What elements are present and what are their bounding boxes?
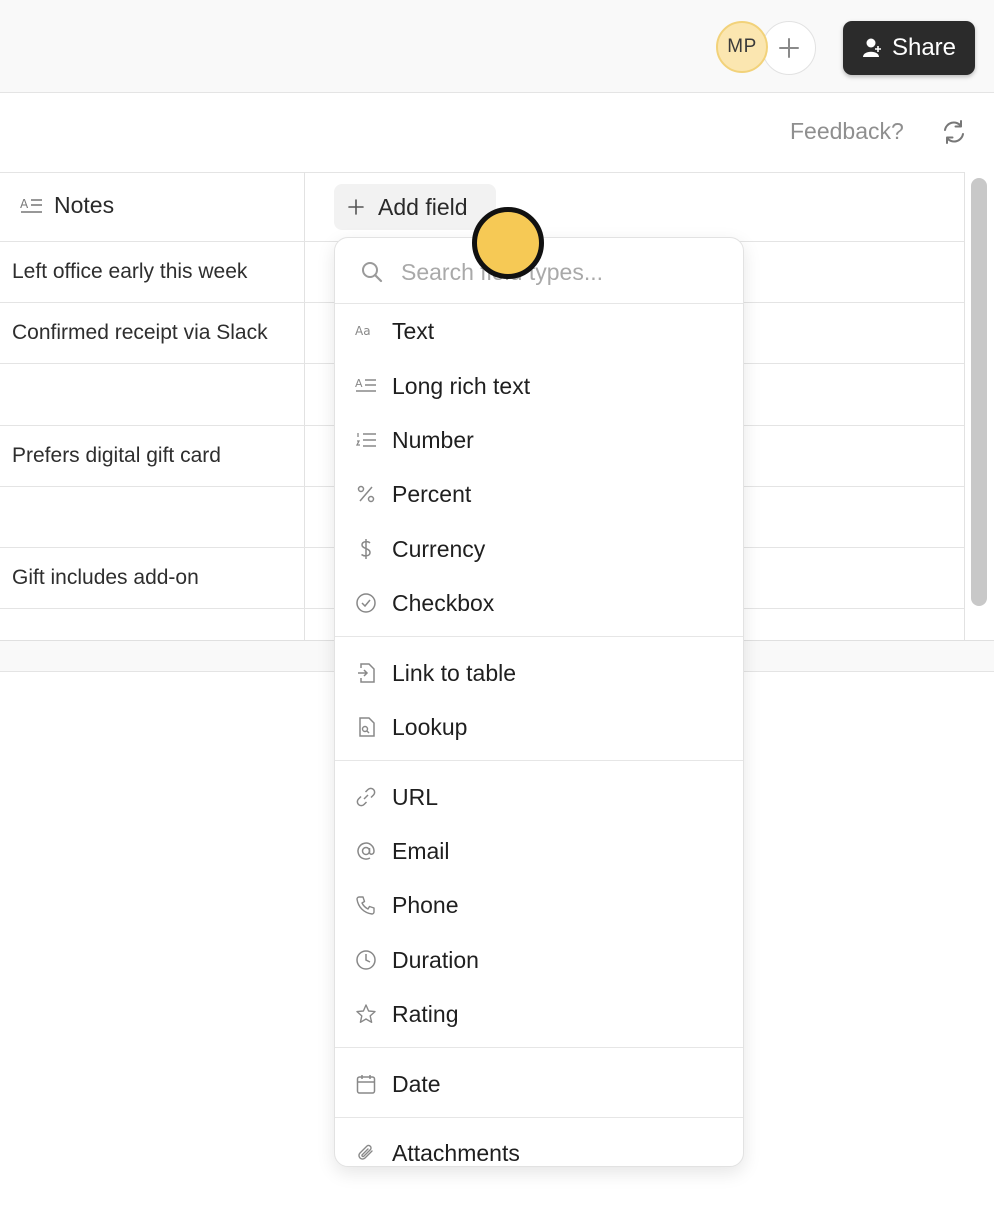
share-label: Share <box>891 34 957 61</box>
column-header-label: Notes <box>54 192 115 218</box>
column-divider <box>964 172 965 640</box>
field-type-long-rich-text[interactable]: A Long rich text <box>335 362 743 410</box>
field-type-duration[interactable]: Duration <box>335 936 743 984</box>
field-type-percent[interactable]: Percent <box>335 470 743 518</box>
menu-divider <box>335 1117 743 1118</box>
link-table-icon <box>355 662 377 684</box>
add-field-button[interactable]: Add field <box>334 184 496 230</box>
top-bar: MP Share <box>0 0 994 93</box>
field-type-currency[interactable]: Currency <box>335 525 743 573</box>
item-label: Text <box>392 317 435 344</box>
cursor-indicator <box>472 207 544 279</box>
field-type-lookup[interactable]: Lookup <box>335 703 743 751</box>
svg-text:Aa: Aa <box>355 324 371 338</box>
long-text-icon: A <box>20 197 42 213</box>
dollar-icon <box>355 538 377 560</box>
field-type-url[interactable]: URL <box>335 773 743 821</box>
plus-icon <box>348 199 364 215</box>
field-type-number[interactable]: Number <box>335 416 743 464</box>
link-icon <box>355 786 377 808</box>
table-cell[interactable]: Confirmed receipt via Slack <box>12 321 268 345</box>
clock-icon <box>355 949 377 971</box>
column-divider <box>304 172 305 640</box>
avatar-initials: MP <box>727 36 757 57</box>
item-label: Duration <box>392 946 479 973</box>
item-label: Phone <box>392 891 459 918</box>
field-type-text[interactable]: Aa Text <box>335 307 743 355</box>
avatar[interactable]: MP <box>716 21 768 73</box>
field-type-email[interactable]: Email <box>335 827 743 875</box>
search-input[interactable] <box>399 256 723 288</box>
column-header-notes[interactable]: A Notes <box>20 192 114 219</box>
menu-divider <box>335 1047 743 1048</box>
field-type-dropdown: Aa Text A Long rich text Number <box>334 237 744 1167</box>
search-icon <box>362 262 383 283</box>
item-label: Email <box>392 837 450 864</box>
paperclip-icon <box>355 1142 377 1164</box>
item-label: Rating <box>392 1000 459 1027</box>
table-cell[interactable]: Gift includes add-on <box>12 566 199 590</box>
table-cell[interactable]: Prefers digital gift card <box>12 444 221 468</box>
text-aa-icon: Aa <box>355 320 377 342</box>
field-type-rating[interactable]: Rating <box>335 990 743 1038</box>
field-type-link-to-table[interactable]: Link to table <box>335 649 743 697</box>
share-button[interactable]: Share <box>843 21 975 75</box>
phone-icon <box>355 894 377 916</box>
svg-text:A: A <box>355 377 363 390</box>
item-label: Long rich text <box>392 372 531 399</box>
item-label: Date <box>392 1070 441 1097</box>
svg-text:A: A <box>20 197 29 211</box>
menu-divider <box>335 636 743 637</box>
item-label: Number <box>392 426 474 453</box>
item-label: Lookup <box>392 713 468 740</box>
long-text-icon: A <box>355 375 377 397</box>
add-person-icon <box>862 38 881 57</box>
calendar-icon <box>355 1073 377 1095</box>
field-type-checkbox[interactable]: Checkbox <box>335 579 743 627</box>
number-list-icon <box>355 429 377 451</box>
add-collaborator-button[interactable] <box>762 21 816 75</box>
add-field-label: Add field <box>378 193 468 220</box>
field-type-phone[interactable]: Phone <box>335 881 743 929</box>
item-label: Attachments <box>392 1139 520 1166</box>
item-label: Link to table <box>392 659 517 686</box>
menu-divider <box>335 760 743 761</box>
item-label: Checkbox <box>392 589 495 616</box>
plus-icon <box>779 38 799 58</box>
item-label: Percent <box>392 480 472 507</box>
refresh-icon[interactable] <box>940 118 968 146</box>
field-type-attachments[interactable]: Attachments <box>335 1129 743 1166</box>
table-cell[interactable]: Left office early this week <box>12 260 247 284</box>
field-type-date[interactable]: Date <box>335 1060 743 1108</box>
vertical-scrollbar[interactable] <box>971 178 987 606</box>
star-icon <box>355 1003 377 1025</box>
item-label: Currency <box>392 535 486 562</box>
lookup-icon <box>355 716 377 738</box>
check-circle-icon <box>355 592 377 614</box>
percent-icon <box>355 483 377 505</box>
item-label: URL <box>392 783 439 810</box>
at-icon <box>355 840 377 862</box>
feedback-link[interactable]: Feedback? <box>790 118 904 145</box>
